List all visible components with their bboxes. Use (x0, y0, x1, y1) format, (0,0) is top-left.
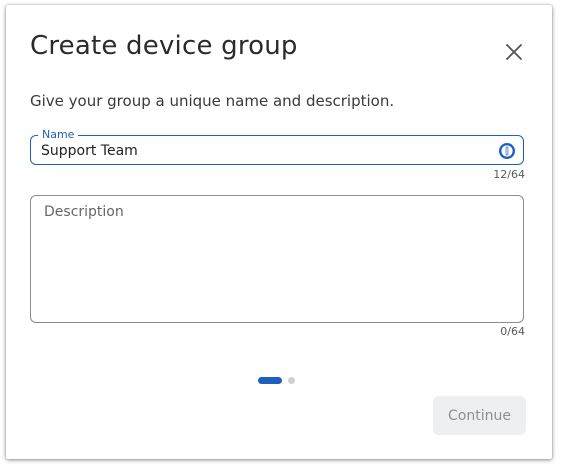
step-dot-active (258, 376, 282, 384)
name-field-label: Name (38, 129, 79, 141)
step-indicator (258, 376, 295, 384)
step-dot (288, 376, 295, 384)
password-manager-icon[interactable] (498, 142, 516, 160)
name-input[interactable] (41, 141, 481, 161)
description-textarea[interactable] (44, 204, 510, 314)
continue-button[interactable]: Continue (433, 396, 526, 435)
close-icon (506, 44, 522, 60)
description-field (30, 195, 524, 323)
description-char-counter: 0/64 (500, 325, 525, 338)
name-char-counter: 12/64 (493, 168, 525, 181)
create-device-group-dialog: Create device group Give your group a un… (6, 5, 552, 459)
name-field: Name (30, 129, 524, 165)
close-button[interactable] (500, 38, 528, 66)
dialog-subtitle: Give your group a unique name and descri… (30, 92, 395, 110)
dialog-title: Create device group (30, 31, 298, 61)
